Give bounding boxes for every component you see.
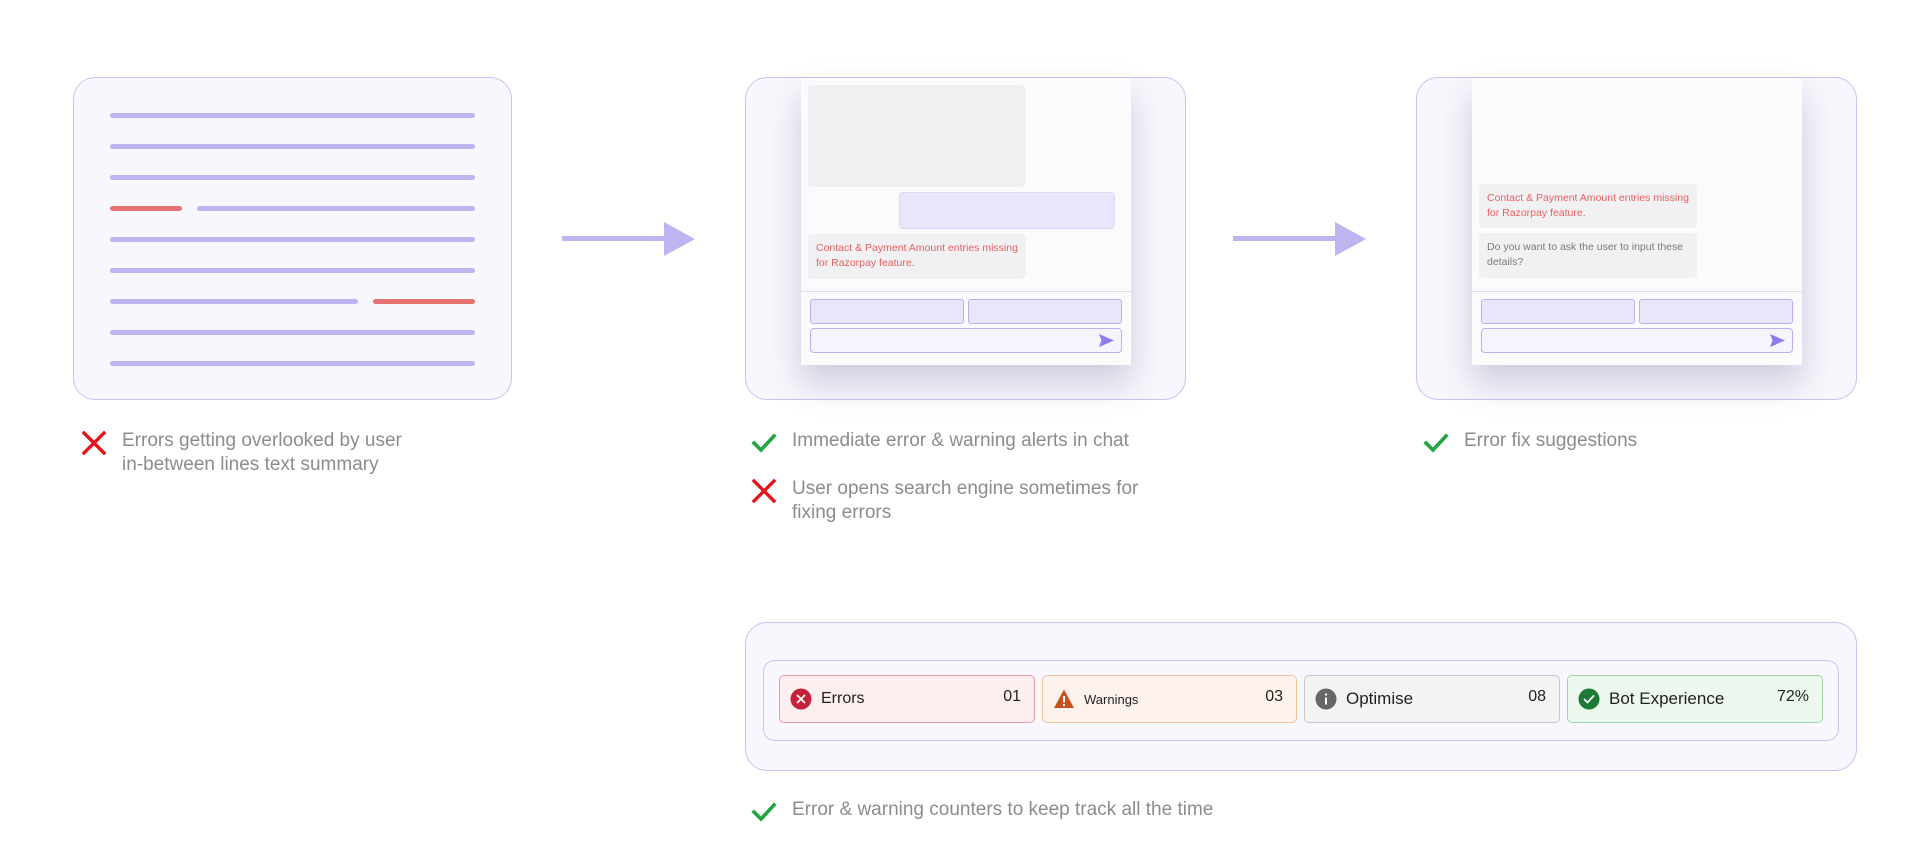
counter-value: 08 bbox=[1528, 688, 1546, 705]
warnings-counter[interactable]: Warnings 03 bbox=[1042, 675, 1297, 723]
chat-panel-suggestions: Contact & Payment Amount entries missing… bbox=[1416, 77, 1857, 400]
error-circle-icon bbox=[790, 688, 812, 710]
fix-suggestion-message: Do you want to ask the user to input the… bbox=[1479, 233, 1697, 278]
send-icon[interactable] bbox=[1098, 333, 1115, 348]
chat-panel-alerts: Contact & Payment Amount entries missing… bbox=[745, 77, 1186, 400]
arrow-right-icon bbox=[562, 222, 695, 256]
counters-note: Error & warning counters to keep track a… bbox=[751, 798, 1213, 825]
error-alert-message: Contact & Payment Amount entries missing… bbox=[1479, 184, 1697, 228]
summary-line bbox=[110, 175, 475, 180]
cross-icon bbox=[81, 430, 107, 456]
step2-note-search: User opens search engine sometimes for fi… bbox=[751, 477, 1138, 525]
counter-label: Bot Experience bbox=[1609, 689, 1725, 708]
summary-line bbox=[110, 330, 475, 335]
summary-line bbox=[110, 361, 475, 366]
summary-line bbox=[197, 206, 475, 211]
counter-label: Optimise bbox=[1346, 689, 1414, 708]
note-text: User opens search engine sometimes for fi… bbox=[792, 478, 1139, 523]
counter-value: 01 bbox=[1003, 688, 1021, 705]
errors-counter[interactable]: Errors 01 bbox=[779, 675, 1035, 723]
optimise-counter[interactable]: Optimise 08 bbox=[1304, 675, 1560, 723]
note-text: Immediate error & warning alerts in chat bbox=[792, 430, 1129, 451]
summary-line bbox=[110, 268, 475, 273]
counter-label: Warnings bbox=[1084, 691, 1139, 707]
cross-icon bbox=[751, 478, 777, 504]
chat-divider bbox=[1472, 291, 1802, 292]
bot-experience-counter[interactable]: Bot Experience 72% bbox=[1567, 675, 1823, 723]
note-text: Error & warning counters to keep track a… bbox=[792, 799, 1214, 820]
counter-label: Errors bbox=[821, 690, 865, 707]
warning-triangle-icon bbox=[1054, 689, 1074, 708]
text-summary-panel bbox=[73, 77, 512, 400]
quick-reply-chip[interactable] bbox=[810, 299, 964, 324]
note-text: Error fix suggestions bbox=[1464, 430, 1638, 451]
quick-reply-chip[interactable] bbox=[968, 299, 1122, 324]
summary-line bbox=[110, 144, 475, 149]
summary-line bbox=[110, 299, 358, 304]
chat-window: Contact & Payment Amount entries missing… bbox=[801, 78, 1131, 365]
counter-value: 03 bbox=[1265, 688, 1283, 705]
chat-input[interactable] bbox=[1481, 328, 1793, 353]
chat-input[interactable] bbox=[810, 328, 1122, 353]
step2-note-alerts: Immediate error & warning alerts in chat bbox=[751, 429, 1129, 456]
user-bubble-placeholder bbox=[899, 192, 1115, 229]
check-icon bbox=[751, 802, 777, 822]
check-circle-icon bbox=[1578, 688, 1600, 710]
summary-error-line bbox=[373, 299, 475, 304]
check-icon bbox=[1423, 433, 1449, 453]
error-alert-message: Contact & Payment Amount entries missing… bbox=[808, 234, 1026, 279]
chat-divider bbox=[801, 291, 1131, 292]
quick-reply-chip[interactable] bbox=[1639, 299, 1793, 324]
chat-bubble-placeholder bbox=[808, 85, 1026, 187]
summary-line bbox=[110, 237, 475, 242]
send-icon[interactable] bbox=[1769, 333, 1786, 348]
step3-note: Error fix suggestions bbox=[1423, 429, 1637, 456]
summary-line bbox=[110, 113, 475, 118]
quick-reply-chip[interactable] bbox=[1481, 299, 1635, 324]
arrow-right-icon bbox=[1233, 222, 1366, 256]
chat-window: Contact & Payment Amount entries missing… bbox=[1472, 78, 1802, 365]
step1-note: Errors getting overlooked by user in-betw… bbox=[81, 429, 402, 477]
check-icon bbox=[751, 433, 777, 453]
summary-error-line bbox=[110, 206, 182, 211]
counters-panel: Errors 01 Warnings 03 Optimise 08 Bot Ex… bbox=[745, 622, 1857, 771]
note-text: Errors getting overlooked by user in-betw… bbox=[122, 430, 402, 475]
counter-value: 72% bbox=[1776, 688, 1809, 705]
info-circle-icon bbox=[1315, 688, 1337, 710]
